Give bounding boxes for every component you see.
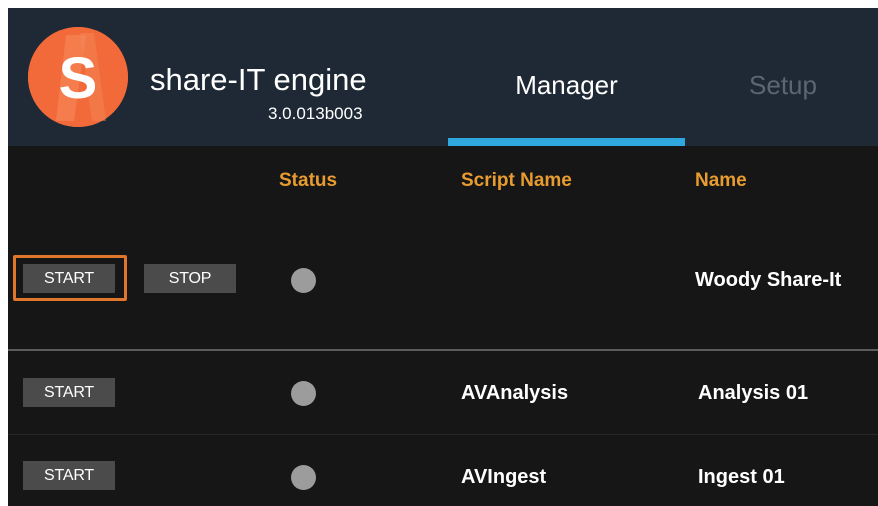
- app-window: S share-IT engine 3.0.013b003 Manager Se…: [8, 8, 878, 506]
- column-header-script-name: Script Name: [461, 170, 572, 191]
- column-header-name: Name: [695, 170, 747, 191]
- row-divider: [8, 434, 878, 435]
- row-divider: [8, 349, 878, 351]
- header: S share-IT engine 3.0.013b003 Manager Se…: [8, 8, 878, 146]
- status-indicator: [291, 465, 316, 490]
- start-button[interactable]: START: [23, 461, 115, 490]
- column-header-status: Status: [279, 170, 338, 191]
- stop-button[interactable]: STOP: [144, 264, 236, 293]
- instance-name: Analysis 01: [698, 382, 809, 404]
- status-indicator: [291, 268, 316, 293]
- active-tab-indicator: [448, 138, 685, 146]
- instance-name: Ingest 01: [698, 466, 785, 488]
- share-it-logo-icon: S: [28, 27, 128, 127]
- start-button[interactable]: START: [23, 378, 115, 407]
- app-version: 3.0.013b003: [268, 104, 363, 123]
- script-name: AVAnalysis: [461, 382, 569, 404]
- tab-setup[interactable]: Setup: [708, 70, 858, 100]
- app-title: share-IT engine: [150, 62, 367, 97]
- status-indicator: [291, 381, 316, 406]
- script-name: AVIngest: [461, 466, 547, 488]
- instance-name: Woody Share-It: [695, 269, 842, 291]
- start-button[interactable]: START: [23, 264, 115, 293]
- tab-manager[interactable]: Manager: [448, 70, 685, 100]
- logo-letter: S: [59, 46, 98, 111]
